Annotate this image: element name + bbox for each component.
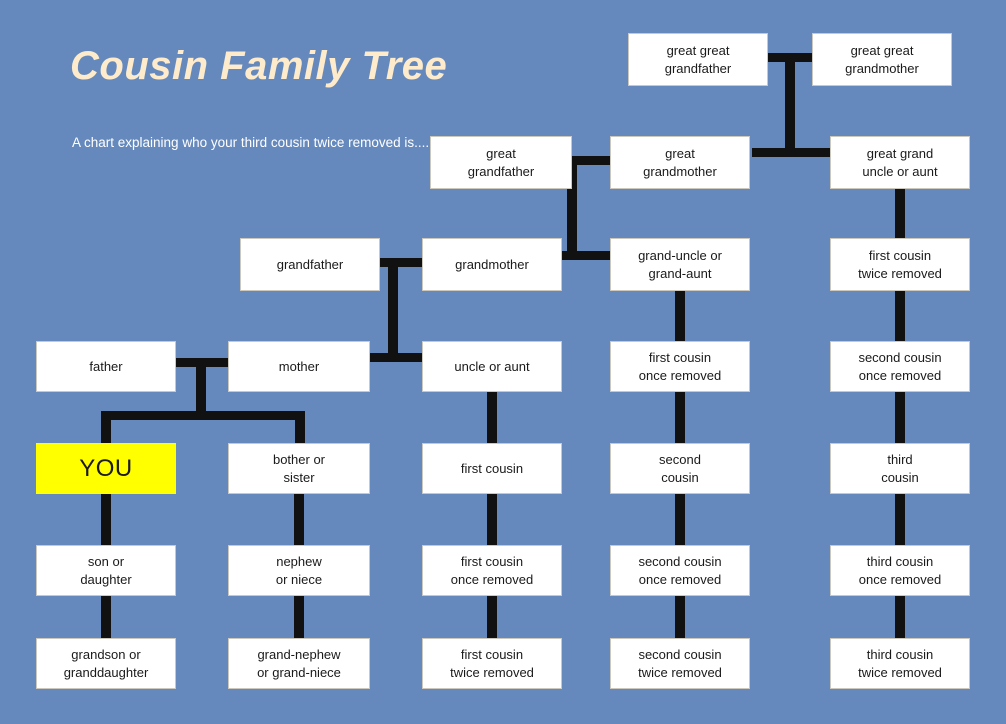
connector-ggg-trunk-vertical — [785, 53, 795, 157]
connector-fc2r-to-sc1r — [895, 288, 905, 346]
connector-third-to-tc1r — [895, 492, 905, 550]
node-label-second-cousin: second cousin — [659, 452, 701, 485]
node-label-first-cousin-once-removed-up: first cousin once removed — [638, 350, 722, 383]
node-grandfather[interactable]: grandfather — [240, 238, 380, 291]
node-great-great-grandfather[interactable]: great great grandfather — [628, 33, 768, 86]
node-label-great-grand-uncle-aunt: great grand uncle or aunt — [862, 146, 938, 179]
family-tree-canvas: great great grandfather great great grand… — [0, 0, 1006, 724]
node-label-third-cousin-twice-removed: third cousin twice removed — [858, 647, 942, 680]
node-label-great-grandmother: great grandmother — [643, 146, 717, 179]
node-label-uncle-or-aunt: uncle or aunt — [454, 358, 530, 374]
connector-fc1r-to-second — [675, 390, 685, 448]
node-label-second-cousin-once-removed-down: second cousin once removed — [638, 554, 722, 587]
node-label-first-cousin-twice-removed: first cousin twice removed — [450, 647, 534, 680]
connector-sibling-bar — [101, 411, 305, 420]
node-third-cousin-once-removed[interactable]: third cousin once removed — [830, 545, 970, 596]
node-label-grand-nephew-or-grand-niece: grand-nephew or grand-niece — [257, 647, 341, 680]
node-nephew-or-niece[interactable]: nephew or niece — [228, 545, 370, 596]
connector-ggu-to-fc2r — [895, 185, 905, 243]
node-great-grand-uncle-aunt[interactable]: great grand uncle or aunt — [830, 136, 970, 189]
node-third-cousin[interactable]: third cousin — [830, 443, 970, 494]
node-label-you: YOU — [79, 454, 133, 482]
node-label-great-grandfather: great grandfather — [467, 146, 535, 179]
connector-you-to-child — [101, 492, 111, 550]
connector-sibling-riser — [295, 411, 305, 447]
connector-you-riser — [101, 411, 111, 447]
node-great-grandmother[interactable]: great grandmother — [610, 136, 750, 189]
node-third-cousin-twice-removed[interactable]: third cousin twice removed — [830, 638, 970, 689]
connector-second-to-sc1r — [675, 492, 685, 550]
page-subtitle: A chart explaining who your third cousin… — [72, 135, 430, 150]
connector-fc-to-fc1r — [487, 492, 497, 550]
node-grandmother[interactable]: grandmother — [422, 238, 562, 291]
node-label-third-cousin: third cousin — [881, 452, 919, 485]
node-grand-uncle-aunt[interactable]: grand-uncle or grand-aunt — [610, 238, 750, 291]
node-first-cousin[interactable]: first cousin — [422, 443, 562, 494]
node-second-cousin[interactable]: second cousin — [610, 443, 750, 494]
node-label-grandfather: grandfather — [276, 256, 344, 272]
connector-sc1r-to-sc2r — [675, 594, 685, 643]
node-label-brother-or-sister: bother or sister — [272, 452, 326, 485]
connector-parents-drop — [196, 358, 206, 416]
node-son-or-daughter[interactable]: son or daughter — [36, 545, 176, 596]
node-first-cousin-twice-removed-top[interactable]: first cousin twice removed — [830, 238, 970, 291]
node-father[interactable]: father — [36, 341, 176, 392]
node-grand-nephew-or-grand-niece[interactable]: grand-nephew or grand-niece — [228, 638, 370, 689]
node-great-great-grandmother[interactable]: great great grandmother — [812, 33, 952, 86]
connector-ggg-trunk-bottom-bar — [752, 148, 832, 157]
node-label-first-cousin-twice-removed-top: first cousin twice removed — [858, 248, 942, 281]
node-you[interactable]: YOU — [36, 443, 176, 494]
node-label-grandson-or-granddaughter: grandson or granddaughter — [63, 647, 149, 680]
connector-g-to-trunk-right — [398, 258, 424, 267]
node-grandson-or-granddaughter[interactable]: grandson or granddaughter — [36, 638, 176, 689]
node-mother[interactable]: mother — [228, 341, 370, 392]
node-label-third-cousin-once-removed: third cousin once removed — [858, 554, 942, 587]
page-title: Cousin Family Tree — [70, 44, 448, 88]
node-first-cousin-once-removed-down[interactable]: first cousin once removed — [422, 545, 562, 596]
node-uncle-or-aunt[interactable]: uncle or aunt — [422, 341, 562, 392]
connector-nephew-to-grandnephew — [294, 594, 304, 643]
node-label-mother: mother — [278, 358, 320, 374]
node-label-grand-uncle-aunt: grand-uncle or grand-aunt — [638, 248, 722, 281]
node-label-nephew-or-niece: nephew or niece — [275, 554, 323, 587]
node-brother-or-sister[interactable]: bother or sister — [228, 443, 370, 494]
node-label-father: father — [89, 358, 123, 374]
node-label-grandmother: grandmother — [455, 256, 529, 272]
connector-sc1r-to-third — [895, 390, 905, 448]
node-second-cousin-once-removed-down[interactable]: second cousin once removed — [610, 545, 750, 596]
node-label-first-cousin-once-removed-down: first cousin once removed — [450, 554, 534, 587]
node-label-great-great-grandfather: great great grandfather — [664, 43, 732, 76]
node-label-first-cousin: first cousin — [460, 460, 524, 476]
connector-child-to-grandchild — [101, 594, 111, 643]
connector-g-trunk-vertical — [388, 258, 398, 362]
connector-sibling-to-nephew — [294, 492, 304, 550]
connector-fc1r-to-fc2r — [487, 594, 497, 643]
node-first-cousin-twice-removed[interactable]: first cousin twice removed — [422, 638, 562, 689]
node-label-second-cousin-twice-removed: second cousin twice removed — [638, 647, 722, 680]
connector-tc1r-to-tc2r — [895, 594, 905, 643]
node-great-grandfather[interactable]: great grandfather — [430, 136, 572, 189]
connector-gg-to-trunk-right — [590, 156, 612, 165]
node-second-cousin-once-removed-up[interactable]: second cousin once removed — [830, 341, 970, 392]
node-first-cousin-once-removed-up[interactable]: first cousin once removed — [610, 341, 750, 392]
node-second-cousin-twice-removed[interactable]: second cousin twice removed — [610, 638, 750, 689]
node-label-second-cousin-once-removed-up: second cousin once removed — [858, 350, 942, 383]
node-label-great-great-grandmother: great great grandmother — [845, 43, 919, 76]
connector-uncle-to-fc — [487, 390, 497, 448]
connector-gua-to-fc1r — [675, 288, 685, 346]
node-label-son-or-daughter: son or daughter — [80, 554, 132, 587]
